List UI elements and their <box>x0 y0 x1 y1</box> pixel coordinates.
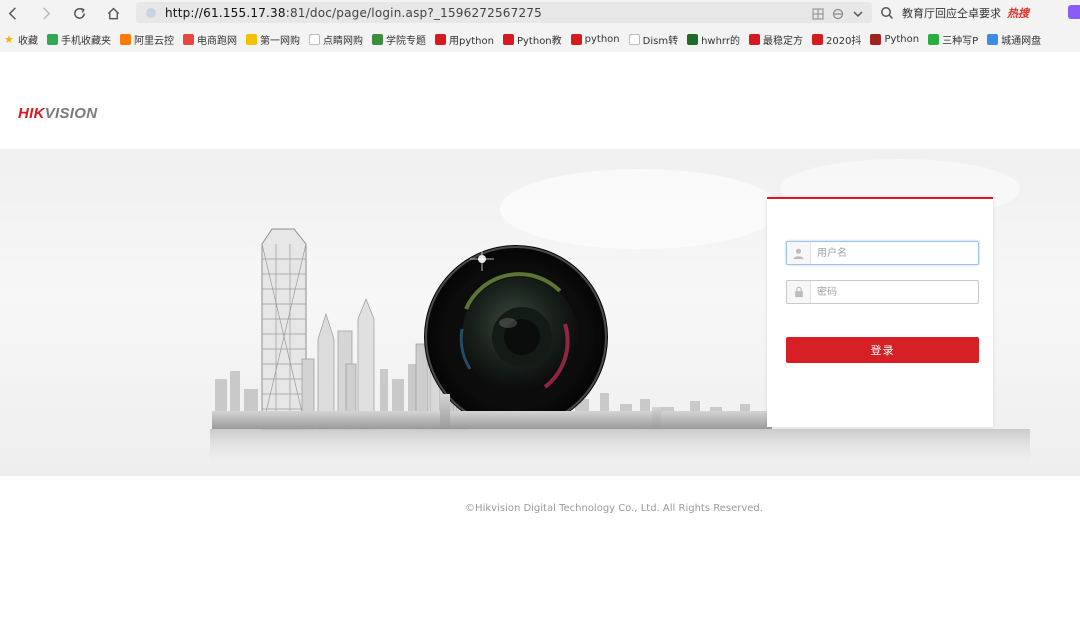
bookmark-item[interactable]: 城通网盘 <box>987 32 1041 47</box>
csdn-icon <box>811 34 823 45</box>
reload-button[interactable] <box>68 2 90 24</box>
hikvision-logo: HIKVISION <box>18 105 97 122</box>
bookmark-label: 手机收藏夹 <box>61 36 111 47</box>
bookmark-item[interactable]: hwhrr的 <box>687 32 740 47</box>
bookmark-label: 学院专题 <box>386 36 426 47</box>
extension-icon[interactable] <box>1068 5 1080 19</box>
bookmark-label: 第一网购 <box>260 36 300 47</box>
user-icon <box>787 242 811 264</box>
bookmark-item[interactable]: 2020抖 <box>811 32 862 47</box>
home-button[interactable] <box>102 2 124 24</box>
url-path: :81/doc/page/login.asp?_1596272567275 <box>285 5 542 20</box>
url-host: http://61.155.17.38 <box>165 5 286 20</box>
chevron-down-icon[interactable] <box>852 5 864 18</box>
password-field[interactable] <box>786 280 979 304</box>
bookmark-label: hwhrr的 <box>701 36 740 47</box>
camera-lens <box>424 245 608 429</box>
bookmark-item[interactable]: 三种写P <box>928 32 978 47</box>
bookmark-item[interactable]: python <box>570 34 620 45</box>
hot-search-badge: 热搜 <box>1007 6 1029 20</box>
aliyun-icon <box>120 34 131 45</box>
grid-icon[interactable] <box>812 5 824 20</box>
bookmark-label: Python <box>884 34 920 45</box>
bookmark-item[interactable]: Python <box>870 34 919 45</box>
login-button[interactable]: 登录 <box>786 337 979 363</box>
address-url: http://61.155.17.38:81/doc/page/login.as… <box>165 6 542 20</box>
bookmark-label: python <box>584 34 620 45</box>
bookmark-item[interactable]: 电商跑网 <box>183 32 237 47</box>
bookmark-item[interactable]: Dism转 <box>628 32 679 47</box>
csdn-icon <box>570 34 582 45</box>
fc-icon <box>687 34 699 45</box>
chevron-left-icon <box>8 6 16 20</box>
bookmark-label: 电商跑网 <box>197 36 237 47</box>
bookmark-label: Python教 <box>516 36 562 47</box>
shop-icon <box>183 34 194 45</box>
password-input[interactable] <box>817 282 977 302</box>
forward-button[interactable] <box>34 2 56 24</box>
address-bar[interactable]: http://61.155.17.38:81/doc/page/login.as… <box>136 2 872 23</box>
school-icon <box>372 34 383 45</box>
python-icon <box>870 34 882 45</box>
chevron-right-icon <box>42 6 50 20</box>
lattice-tower <box>261 228 307 430</box>
bookmark-item[interactable]: 用python <box>435 32 494 47</box>
water-reflection <box>210 429 1030 469</box>
reload-icon <box>73 7 85 19</box>
bookmark-label: Dism转 <box>642 36 679 47</box>
bookmark-label: 三种写P <box>942 36 979 47</box>
search-icon <box>881 6 894 19</box>
phone-icon <box>47 34 58 45</box>
browser-toolbar: http://61.155.17.38:81/doc/page/login.as… <box>0 0 1080 27</box>
logo-hik: HIK <box>18 105 45 122</box>
bookmark-item[interactable]: 最稳定方 <box>748 32 803 47</box>
search-text: 教育厅回应仝卓要求 <box>902 6 1001 20</box>
medal-icon <box>246 34 257 45</box>
bookmark-item[interactable]: 阿里云控 <box>120 32 174 47</box>
bookmark-label: 用python <box>449 36 494 47</box>
bookmark-label: 阿里云控 <box>134 36 174 47</box>
bookmark-item[interactable]: ★ 收藏 <box>4 32 38 47</box>
login-card: 登录 <box>767 197 993 427</box>
cloud <box>500 169 780 249</box>
bookmark-label: 点睛网购 <box>323 36 363 47</box>
star-icon: ★ <box>4 33 14 46</box>
bookmark-item[interactable]: 点睛网购 <box>309 32 363 47</box>
page-icon <box>628 34 640 45</box>
ie-icon[interactable] <box>832 5 844 20</box>
bookmark-item[interactable]: 手机收藏夹 <box>47 32 111 47</box>
csdn-icon <box>435 34 446 45</box>
logo-vision: VISION <box>44 105 98 122</box>
bookmark-item[interactable]: 学院专题 <box>372 32 426 47</box>
username-input[interactable] <box>817 243 977 263</box>
bookmark-item[interactable]: 第一网购 <box>246 32 300 47</box>
username-field[interactable] <box>786 241 979 265</box>
search-box[interactable]: 教育厅回应仝卓要求 热搜 <box>880 2 1052 23</box>
ct-icon <box>987 34 999 45</box>
lock-icon <box>787 281 811 303</box>
bookmark-label: 收藏 <box>18 36 38 47</box>
bookmarks-bar: ★ 收藏 手机收藏夹 阿里云控 电商跑网 第一网购 点睛网购 学院专题 用python Pytho… <box>0 27 1080 52</box>
bookmark-label: 最稳定方 <box>762 36 803 47</box>
bookmark-item[interactable]: Python教 <box>502 32 562 47</box>
wechat-icon <box>928 34 940 45</box>
page-icon <box>309 34 320 45</box>
copyright-footer: ©Hikvision Digital Technology Co., Ltd. … <box>465 503 763 514</box>
back-button[interactable] <box>2 2 24 24</box>
globe-icon <box>146 7 156 18</box>
csdn-icon <box>502 34 514 45</box>
bookmark-label: 2020抖 <box>825 36 862 47</box>
csdn-icon <box>748 34 760 45</box>
bookmark-label: 城通网盘 <box>1001 36 1042 47</box>
home-icon <box>107 7 119 19</box>
